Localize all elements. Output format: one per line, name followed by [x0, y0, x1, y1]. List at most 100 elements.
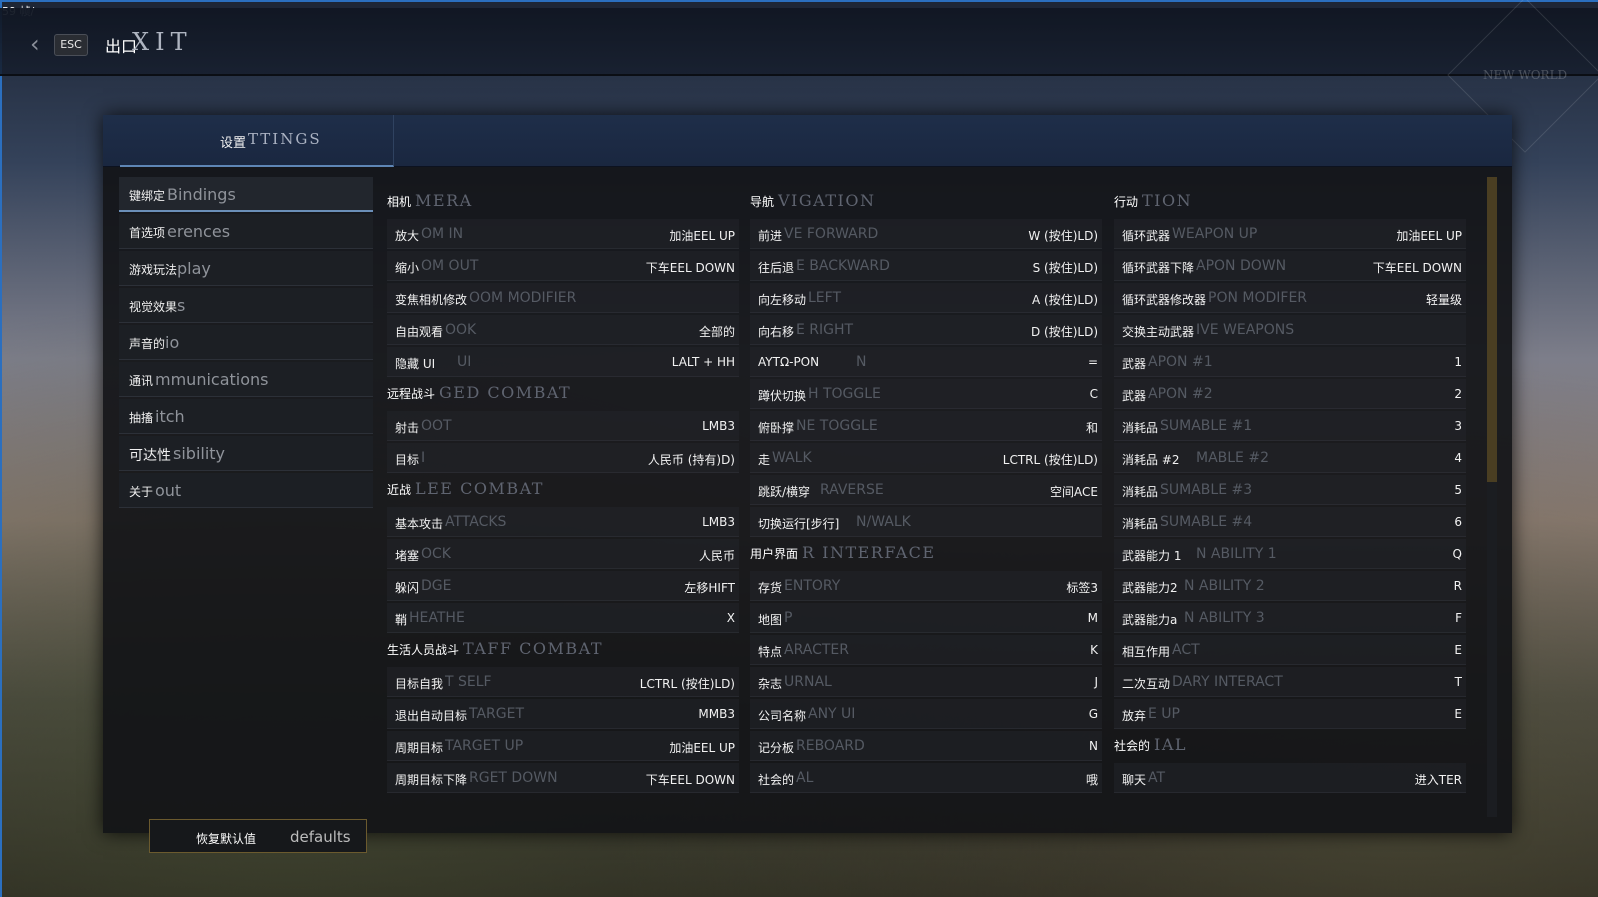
keybinding-key-value[interactable]: LALT + HH — [672, 355, 735, 369]
keybinding-key-value[interactable]: 下车EEL DOWN — [646, 771, 735, 788]
keybinding-key-value[interactable]: MMB3 — [698, 707, 735, 721]
keybinding-key-value[interactable]: X — [727, 611, 735, 625]
chevron-left-icon[interactable]: ‹ — [30, 32, 40, 56]
keybinding-key-value[interactable]: 下车EEL DOWN — [1373, 259, 1462, 276]
keybinding-row[interactable]: E UP 放弃 E — [1114, 699, 1466, 729]
keybinding-key-value[interactable]: 进入TER — [1415, 771, 1462, 788]
restore-defaults-button[interactable]: 恢复默认值 defaults — [149, 819, 367, 853]
keybinding-key-value[interactable]: 3 — [1454, 419, 1462, 433]
keybinding-row[interactable]: URNAL 杂志 J — [750, 667, 1102, 697]
keybinding-key-value[interactable]: E — [1454, 643, 1462, 657]
sidebar-item-accessibility[interactable]: 可达性 sibility — [119, 436, 373, 471]
keybinding-key-value[interactable]: A (按住)LD) — [1032, 291, 1098, 308]
keybinding-row[interactable]: N ABILITY 3 武器能力a F — [1114, 603, 1466, 633]
keybinding-row[interactable]: TARGET 退出自动目标 MMB3 — [387, 699, 739, 729]
keybinding-row[interactable]: AL 社会的 哦 — [750, 763, 1102, 793]
keybinding-row[interactable]: OOT 射击 LMB3 — [387, 411, 739, 441]
keybinding-row[interactable]: OOM MODIFIER 变焦相机修改 — [387, 283, 739, 313]
keybinding-row[interactable]: H TOGGLE 蹲伏切换 C — [750, 379, 1102, 409]
keybinding-row[interactable]: REBOARD 记分板 N — [750, 731, 1102, 761]
keybinding-key-value[interactable]: 5 — [1454, 483, 1462, 497]
keybinding-row[interactable]: WALK 走 LCTRL (按住)LD) — [750, 443, 1102, 473]
keybinding-row[interactable]: ANY UI 公司名称 G — [750, 699, 1102, 729]
sidebar-item-bindings[interactable]: 键绑定 Bindings — [119, 177, 373, 212]
scrollbar-thumb[interactable] — [1487, 177, 1497, 482]
keybinding-row[interactable]: N ABILITY 1 武器能力 1 Q — [1114, 539, 1466, 569]
keybinding-key-value[interactable]: 标签3 — [1066, 579, 1098, 596]
keybinding-row[interactable]: DGE 躲闪 左移HIFT — [387, 571, 739, 601]
keybinding-row[interactable]: AT 聊天 进入TER — [1114, 763, 1466, 793]
sidebar-item-communications[interactable]: 通讯 mmunications — [119, 362, 373, 397]
keybinding-key-value[interactable]: LCTRL (按住)LD) — [1003, 451, 1098, 468]
keybinding-key-value[interactable]: E — [1454, 707, 1462, 721]
keybinding-row[interactable]: WEAPON UP 循环武器 加油EEL UP — [1114, 219, 1466, 249]
keybinding-key-value[interactable]: 左移HIFT — [684, 579, 735, 596]
keybinding-key-value[interactable]: LMB3 — [702, 515, 735, 529]
keybinding-key-value[interactable]: J — [1094, 675, 1098, 689]
keybinding-row[interactable]: OM IN 放大 加油EEL UP — [387, 219, 739, 249]
keybinding-key-value[interactable]: 4 — [1454, 451, 1462, 465]
keybinding-key-value[interactable]: LCTRL (按住)LD) — [640, 675, 735, 692]
keybinding-row[interactable]: OOK 自由观看 全部的 — [387, 315, 739, 345]
keybinding-row[interactable]: P 地图 M — [750, 603, 1102, 633]
sidebar-item-audio[interactable]: 声音的 io — [119, 325, 373, 360]
keybinding-key-value[interactable]: 加油EEL UP — [669, 739, 735, 756]
sidebar-item-gameplay[interactable]: 游戏玩法 play — [119, 251, 373, 286]
keybinding-row[interactable]: PON MODIFER 循环武器修改器 轻量级 — [1114, 283, 1466, 313]
keybinding-key-value[interactable]: D (按住)LD) — [1031, 323, 1098, 340]
tab-settings[interactable]: 设置 TTINGS — [120, 115, 394, 167]
keybinding-key-value[interactable]: LMB3 — [702, 419, 735, 433]
keybinding-key-value[interactable]: = — [1088, 355, 1098, 369]
keybinding-key-value[interactable]: K — [1090, 643, 1098, 657]
keybinding-row[interactable]: MABLE #2 消耗品 #2 4 — [1114, 443, 1466, 473]
keybinding-row[interactable]: OCK 堵塞 人民币 — [387, 539, 739, 569]
keybinding-key-value[interactable]: 人民币 — [699, 547, 735, 564]
keybinding-row[interactable]: SUMABLE #1 消耗品 3 — [1114, 411, 1466, 441]
keybinding-row[interactable]: I 目标 人民币 (持有)D) — [387, 443, 739, 473]
keybinding-row[interactable]: TARGET UP 周期目标 加油EEL UP — [387, 731, 739, 761]
keybinding-key-value[interactable]: W (按住)LD) — [1028, 227, 1098, 244]
esc-key-badge[interactable]: ESC — [54, 34, 88, 56]
keybinding-key-value[interactable]: N — [1089, 739, 1098, 753]
sidebar-item-twitch[interactable]: 抽搐 itch — [119, 399, 373, 434]
keybinding-row[interactable]: VE FORWARD 前进 W (按住)LD) — [750, 219, 1102, 249]
keybinding-row[interactable]: T SELF 目标自我 LCTRL (按住)LD) — [387, 667, 739, 697]
keybinding-row[interactable]: ARACTER 特点 K — [750, 635, 1102, 665]
keybinding-row[interactable]: RAVERSE 跳跃/横穿 空间ACE — [750, 475, 1102, 505]
keybinding-row[interactable]: ACT 相互作用 E — [1114, 635, 1466, 665]
keybinding-row[interactable]: RGET DOWN 周期目标下降 下车EEL DOWN — [387, 763, 739, 793]
keybinding-row[interactable]: E BACKWARD 往后退 S (按住)LD) — [750, 251, 1102, 281]
keybinding-row[interactable]: IVE WEAPONS 交换主动武器 — [1114, 315, 1466, 345]
keybinding-key-value[interactable]: G — [1089, 707, 1098, 721]
keybinding-row[interactable]: NE TOGGLE 俯卧撑 和 — [750, 411, 1102, 441]
sidebar-item-preferences[interactable]: 首选项 erences — [119, 214, 373, 249]
keybinding-row[interactable]: APON #2 武器 2 — [1114, 379, 1466, 409]
keybinding-key-value[interactable]: R — [1454, 579, 1462, 593]
sidebar-item-visuals[interactable]: 视觉效果 s — [119, 288, 373, 323]
keybinding-row[interactable]: HEATHE 鞘 X — [387, 603, 739, 633]
keybinding-key-value[interactable]: 下车EEL DOWN — [646, 259, 735, 276]
keybinding-key-value[interactable]: M — [1088, 611, 1098, 625]
keybinding-row[interactable]: LEFT 向左移动 A (按住)LD) — [750, 283, 1102, 313]
keybinding-key-value[interactable]: 全部的 — [699, 323, 735, 340]
keybinding-key-value[interactable]: 哦 — [1086, 771, 1098, 788]
keybinding-row[interactable]: ENTORY 存货 标签3 — [750, 571, 1102, 601]
keybinding-row[interactable]: SUMABLE #4 消耗品 6 — [1114, 507, 1466, 537]
keybinding-row[interactable]: APON #1 武器 1 — [1114, 347, 1466, 377]
keybinding-row[interactable]: DARY INTERACT 二次互动 T — [1114, 667, 1466, 697]
keybinding-row[interactable]: ATTACKS 基本攻击 LMB3 — [387, 507, 739, 537]
keybinding-key-value[interactable]: T — [1455, 675, 1462, 689]
keybinding-key-value[interactable]: C — [1090, 387, 1098, 401]
keybinding-key-value[interactable]: 和 — [1086, 419, 1098, 436]
keybinding-key-value[interactable]: 空间ACE — [1050, 483, 1098, 500]
keybinding-row[interactable]: APON DOWN 循环武器下降 下车EEL DOWN — [1114, 251, 1466, 281]
keybinding-key-value[interactable]: 加油EEL UP — [1396, 227, 1462, 244]
sidebar-item-about[interactable]: 关于 out — [119, 473, 373, 508]
keybinding-row[interactable]: OM OUT 缩小 下车EEL DOWN — [387, 251, 739, 281]
keybinding-key-value[interactable]: S (按住)LD) — [1033, 259, 1098, 276]
keybinding-key-value[interactable]: 1 — [1454, 355, 1462, 369]
keybinding-key-value[interactable]: 加油EEL UP — [669, 227, 735, 244]
scrollbar[interactable] — [1487, 177, 1497, 817]
keybinding-row[interactable]: N/WALK 切换运行[步行] — [750, 507, 1102, 537]
keybinding-key-value[interactable]: F — [1455, 611, 1462, 625]
